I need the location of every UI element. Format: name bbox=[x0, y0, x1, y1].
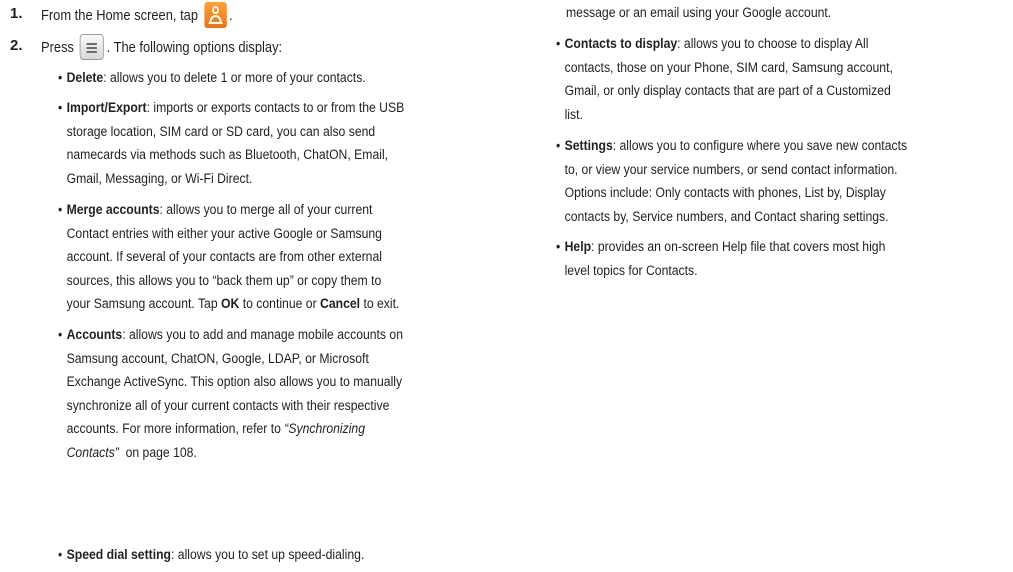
option-term: Delete bbox=[66, 70, 104, 86]
option-description: namecards via methods such as Bluetooth,… bbox=[66, 147, 389, 163]
menu-key-icon bbox=[79, 34, 105, 60]
option-description: : allows you to delete 1 or more of your… bbox=[103, 70, 366, 86]
option-description: Samsung account, ChatON, Google, LDAP, o… bbox=[66, 350, 369, 367]
option-description: accounts. For more information, refer to bbox=[66, 421, 285, 437]
cross-reference-link[interactable]: “Synchronizing bbox=[284, 421, 365, 437]
option-description: : allows you to configure where you save… bbox=[612, 138, 908, 154]
option-term: Help bbox=[564, 239, 592, 255]
option-description: list. bbox=[564, 106, 583, 123]
bullet-dot: • bbox=[58, 547, 63, 563]
option-term: Contacts to display bbox=[564, 36, 678, 52]
option-description: contacts, those on your Phone, SIM card,… bbox=[564, 59, 893, 76]
step-2-text: Press bbox=[41, 38, 74, 56]
option-term: Merge accounts bbox=[66, 202, 160, 218]
page-reference: on page 108. bbox=[118, 444, 197, 461]
cross-reference-link[interactable]: Contacts” bbox=[67, 445, 119, 461]
option-term: Import/Export bbox=[66, 100, 147, 116]
option-description: : allows you to set up speed-dialing. bbox=[171, 547, 365, 563]
step-1-period: . bbox=[228, 6, 233, 24]
step-2-suffix: . The following options display: bbox=[106, 38, 283, 56]
bullet-dot: • bbox=[58, 100, 63, 116]
option-description: to, or view your service numbers, or sen… bbox=[564, 161, 898, 178]
option-term: Accounts bbox=[66, 327, 123, 343]
bullet-dot: • bbox=[556, 239, 561, 255]
step-number: 1. bbox=[10, 5, 23, 22]
option-description: synchronize all of your current contacts… bbox=[66, 397, 390, 414]
option-term: Speed dial setting bbox=[66, 547, 172, 563]
option-description: your Samsung account. Tap bbox=[66, 296, 222, 312]
option-description: to continue or bbox=[239, 296, 321, 312]
option-description: to exit. bbox=[360, 296, 400, 312]
option-description: level topics for Contacts. bbox=[564, 262, 698, 279]
option-description: sources, this allows you to “back them u… bbox=[66, 272, 382, 289]
cancel-label: Cancel bbox=[320, 296, 361, 312]
bullet-dot: • bbox=[556, 138, 561, 154]
option-description: storage location, SIM card or SD card, y… bbox=[66, 123, 376, 140]
option-description: Contact entries with either your active … bbox=[66, 225, 382, 242]
step-number: 2. bbox=[10, 37, 23, 54]
step-1-text: From the Home screen, tap bbox=[41, 6, 199, 24]
option-term: Settings bbox=[564, 138, 613, 154]
ok-label: OK bbox=[221, 296, 240, 312]
option-description: Gmail, or only display contacts that are… bbox=[564, 83, 891, 99]
bullet-dot: • bbox=[58, 327, 63, 343]
bullet-dot: • bbox=[58, 202, 63, 218]
option-description: : provides an on-screen Help file that c… bbox=[591, 239, 886, 255]
option-description: account. If several of your contacts are… bbox=[66, 249, 382, 265]
contacts-app-icon bbox=[204, 2, 227, 28]
option-description: : allows you to merge all of your curren… bbox=[159, 202, 373, 218]
option-description: Exchange ActiveSync. This option also al… bbox=[66, 374, 403, 390]
option-description: contacts by, Service numbers, and Contac… bbox=[564, 208, 889, 225]
option-description: : allows you to choose to display All bbox=[677, 36, 869, 52]
option-description: : allows you to add and manage mobile ac… bbox=[122, 327, 404, 343]
option-description: Options include: Only contacts with phon… bbox=[564, 185, 886, 201]
bullet-dot: • bbox=[556, 36, 561, 52]
option-description: : imports or exports contacts to or from… bbox=[146, 100, 405, 116]
continued-text: message or an email using your Google ac… bbox=[566, 2, 831, 26]
option-description: Gmail, Messaging, or Wi-Fi Direct. bbox=[66, 170, 253, 187]
option-description: message or an email using your Google ac… bbox=[566, 5, 832, 21]
bullet-dot: • bbox=[58, 70, 63, 86]
